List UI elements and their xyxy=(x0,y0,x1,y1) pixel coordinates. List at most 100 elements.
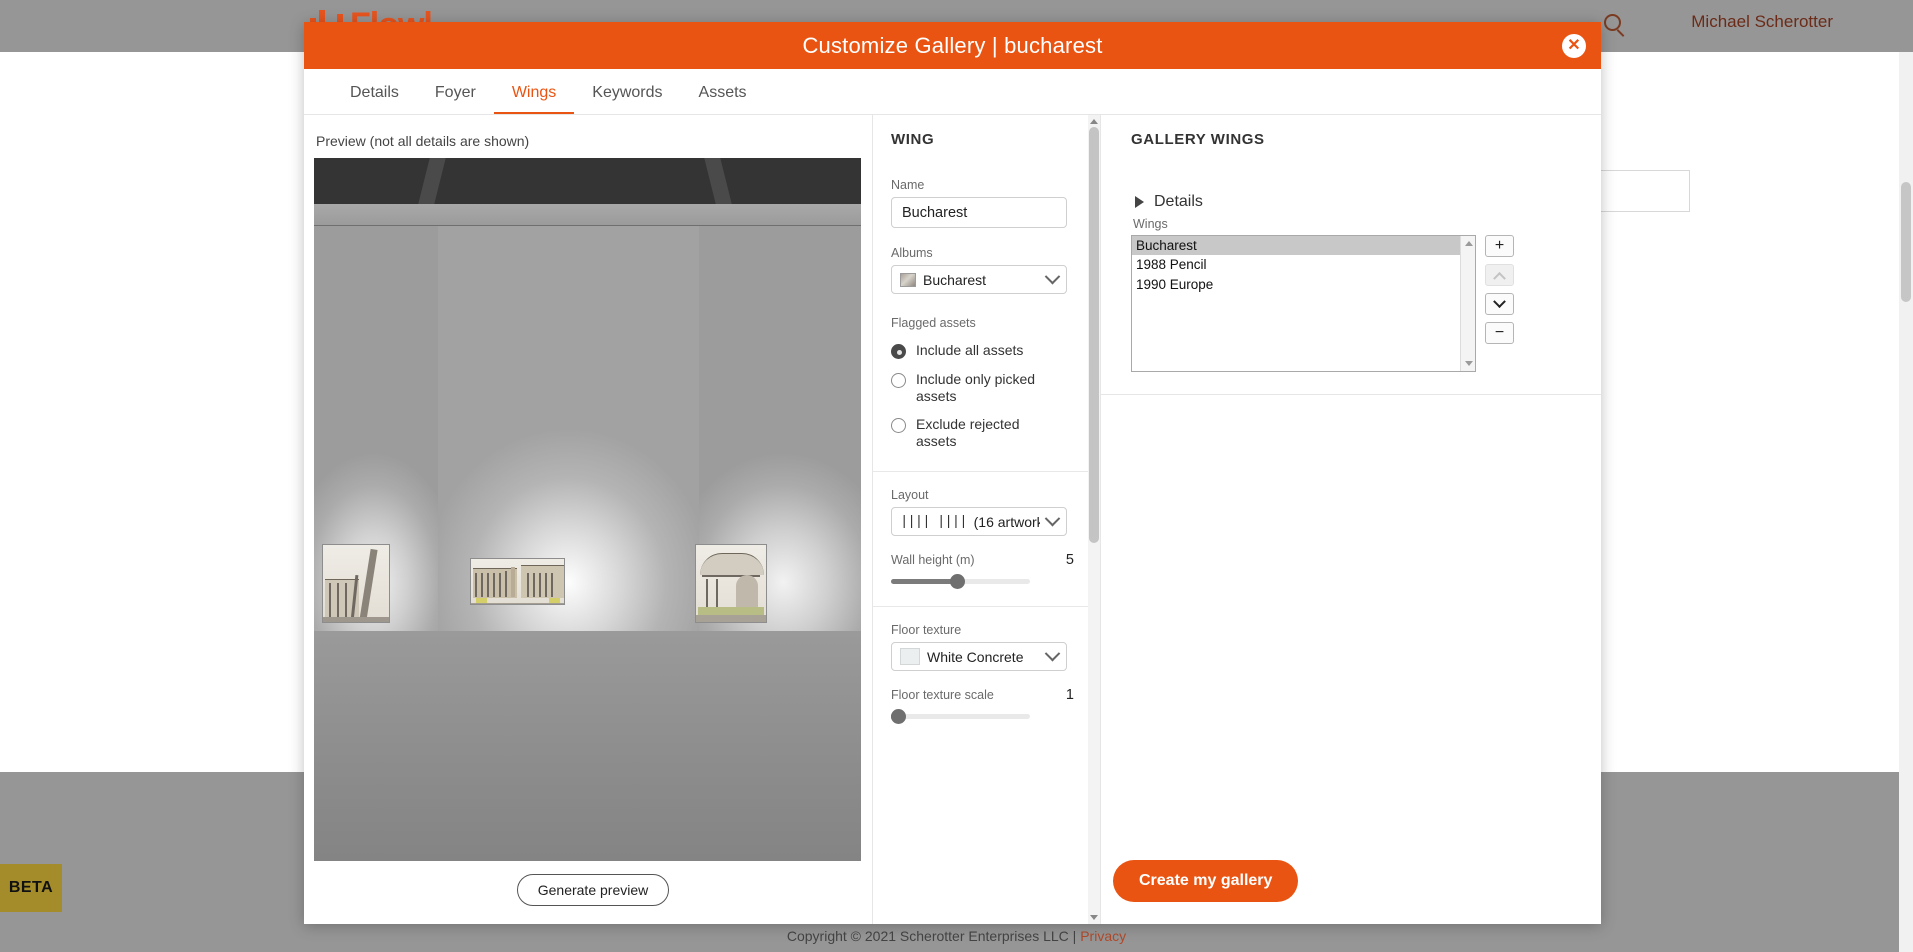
flagged-assets-label: Flagged assets xyxy=(891,316,976,330)
add-wing-button[interactable]: + xyxy=(1485,235,1514,257)
wings-listbox[interactable]: Bucharest 1988 Pencil 1990 Europe xyxy=(1131,235,1476,372)
dialog-body: Preview (not all details are shown) Gene… xyxy=(304,115,1601,924)
wings-list-label: Wings xyxy=(1133,217,1168,231)
customize-gallery-dialog: Customize Gallery | bucharest ✕ Details … xyxy=(304,22,1601,924)
scroll-up-icon[interactable] xyxy=(1090,119,1098,124)
gallery-preview-image xyxy=(314,158,861,861)
albums-label: Albums xyxy=(891,246,933,260)
list-item[interactable]: Bucharest xyxy=(1132,236,1475,256)
radio-include-all-assets[interactable]: Include all assets xyxy=(891,342,1082,359)
page-scrollbar-thumb[interactable] xyxy=(1901,182,1911,302)
beta-badge: BETA xyxy=(0,864,62,912)
preview-floor xyxy=(314,631,861,861)
page-scrollbar[interactable] xyxy=(1899,52,1913,952)
preview-artwork xyxy=(470,558,565,605)
chevron-down-icon xyxy=(1044,645,1061,662)
list-item[interactable]: 1988 Pencil xyxy=(1132,255,1475,274)
remove-wing-button[interactable]: − xyxy=(1485,322,1514,344)
scroll-up-icon[interactable] xyxy=(1465,241,1473,246)
radio-exclude-rejected-assets[interactable]: Exclude rejected assets xyxy=(891,416,1082,449)
radio-button-icon[interactable] xyxy=(891,373,906,388)
wing-panel-heading: WING xyxy=(891,131,935,148)
triangle-right-icon xyxy=(1135,196,1144,208)
create-my-gallery-button[interactable]: Create my gallery xyxy=(1113,860,1299,902)
footer-copyright: Copyright © 2021 Scherotter Enterprises … xyxy=(0,928,1913,944)
wall-height-label: Wall height (m) xyxy=(891,553,975,568)
right-column-spacer xyxy=(1101,395,1601,860)
cta-row: Create my gallery xyxy=(1101,860,1601,924)
preview-artwork xyxy=(695,544,767,623)
floor-scale-label: Floor texture scale xyxy=(891,688,994,703)
tab-assets[interactable]: Assets xyxy=(681,84,765,114)
floor-texture-value: White Concrete xyxy=(927,648,1024,665)
details-label: Details xyxy=(1154,193,1203,210)
tab-wings[interactable]: Wings xyxy=(493,84,575,114)
name-label: Name xyxy=(891,178,925,192)
footer-copyright-text: Copyright © 2021 Scherotter Enterprises … xyxy=(786,928,1081,944)
move-wing-up-button[interactable] xyxy=(1485,264,1514,286)
section-divider xyxy=(873,606,1100,608)
close-icon[interactable]: ✕ xyxy=(1562,33,1586,58)
tab-keywords[interactable]: Keywords xyxy=(574,84,680,114)
radio-label: Include only picked assets xyxy=(916,371,1036,404)
wing-form-scrollbar-thumb[interactable] xyxy=(1089,127,1099,543)
wall-height-header: Wall height (m) 5 xyxy=(891,552,1082,568)
wall-height-slider[interactable] xyxy=(891,574,1030,590)
floor-texture-swatch-icon xyxy=(900,648,920,666)
chevron-up-icon xyxy=(1493,271,1506,285)
wing-name-input[interactable] xyxy=(891,197,1067,228)
preview-column: Preview (not all details are shown) Gene… xyxy=(304,115,873,924)
wall-height-slider-knob[interactable] xyxy=(950,574,966,590)
user-name[interactable]: Michael Scherotter xyxy=(1691,12,1833,32)
radio-label: Exclude rejected assets xyxy=(916,416,1020,449)
wings-listbox-scrollbar[interactable] xyxy=(1460,236,1475,371)
radio-button-icon[interactable] xyxy=(891,344,906,359)
radio-button-icon[interactable] xyxy=(891,418,906,434)
dialog-header: Customize Gallery | bucharest ✕ xyxy=(304,22,1601,69)
tab-foyer[interactable]: Foyer xyxy=(417,84,494,114)
details-disclosure[interactable]: Details xyxy=(1135,193,1571,211)
dialog-tabs: Details Foyer Wings Keywords Assets xyxy=(304,69,1601,115)
floor-scale-slider[interactable] xyxy=(891,709,1030,725)
radio-label: Include all assets xyxy=(916,342,1024,358)
layout-select[interactable]: |||| |||| (16 artworks) xyxy=(891,507,1067,537)
wall-height-value: 5 xyxy=(1065,552,1074,569)
wings-list-buttons: + − xyxy=(1485,235,1514,344)
preview-ceiling-strip xyxy=(314,204,861,226)
albums-select-value: Bucharest xyxy=(923,271,987,288)
gallery-wings-panel: GALLERY WINGS Details Wings Bucharest 19… xyxy=(1101,115,1601,395)
wall-height-slider-fill xyxy=(891,579,958,585)
generate-preview-button[interactable]: Generate preview xyxy=(516,874,670,906)
search-icon[interactable] xyxy=(1604,14,1621,31)
layout-bars-icon: |||| |||| xyxy=(900,513,968,530)
floor-texture-label: Floor texture xyxy=(891,623,962,638)
preview-label: Preview (not all details are shown) xyxy=(316,133,530,149)
wings-list-row: Bucharest 1988 Pencil 1990 Europe + − xyxy=(1131,235,1571,372)
gallery-wings-heading: GALLERY WINGS xyxy=(1131,131,1265,148)
floor-texture-select[interactable]: White Concrete xyxy=(891,642,1067,672)
chevron-down-icon xyxy=(1044,268,1061,285)
tab-details[interactable]: Details xyxy=(332,84,417,114)
scroll-down-icon[interactable] xyxy=(1090,915,1098,920)
floor-scale-value: 1 xyxy=(1065,687,1074,704)
generate-preview-row: Generate preview xyxy=(314,861,872,906)
floor-scale-header: Floor texture scale 1 xyxy=(891,687,1082,703)
preview-artwork xyxy=(322,544,390,623)
layout-select-value: (16 artworks) xyxy=(973,513,1040,530)
move-wing-down-button[interactable] xyxy=(1485,293,1514,315)
radio-include-only-picked-assets[interactable]: Include only picked assets xyxy=(891,371,1082,404)
wing-form-column: WING Name Albums Bucharest Flagged asset… xyxy=(873,115,1101,924)
floor-scale-slider-knob[interactable] xyxy=(891,709,906,725)
privacy-link[interactable]: Privacy xyxy=(1080,928,1126,944)
preview-ceiling xyxy=(314,158,861,204)
albums-select[interactable]: Bucharest xyxy=(891,265,1067,294)
chevron-down-icon xyxy=(1493,294,1506,308)
wing-form-scrollbar[interactable] xyxy=(1088,115,1100,924)
section-divider xyxy=(873,471,1100,473)
scroll-down-icon[interactable] xyxy=(1465,361,1473,366)
gallery-wings-column: GALLERY WINGS Details Wings Bucharest 19… xyxy=(1101,115,1601,924)
album-thumbnail-icon xyxy=(900,272,916,287)
layout-label: Layout xyxy=(891,488,929,503)
list-item[interactable]: 1990 Europe xyxy=(1132,275,1475,294)
chevron-down-icon xyxy=(1044,510,1061,527)
